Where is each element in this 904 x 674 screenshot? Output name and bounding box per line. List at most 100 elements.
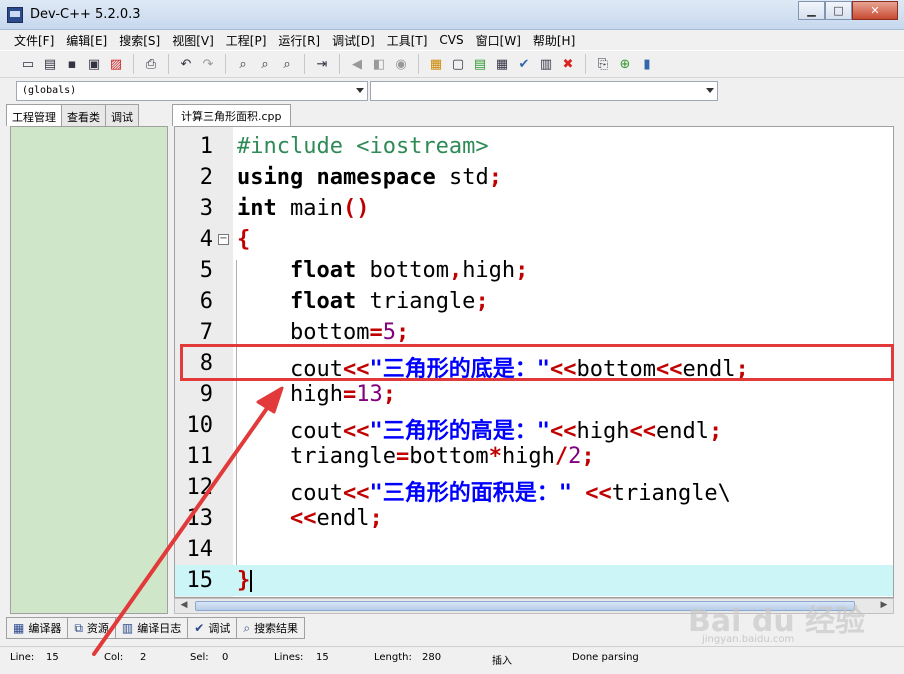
code-line[interactable]: 11 triangle=bottom*high/2; — [175, 441, 893, 472]
minimize-button[interactable]: ▁ — [798, 1, 825, 20]
code-line[interactable]: 12 cout<<"三角形的面积是：" <<triangle\ — [175, 472, 893, 506]
code-text: float triangle; — [237, 289, 489, 314]
output-tabs: ▦ 编译器 ⧉ 资源 ▥ 编译日志 ✔ 调试 ⌕ 搜索结果 — [6, 617, 306, 639]
scope-combo[interactable]: (globals) — [16, 81, 368, 101]
line-number: 3 — [199, 196, 213, 221]
find-icon[interactable]: ⌕ — [233, 54, 253, 74]
rebuild-icon[interactable]: ▦ — [492, 54, 512, 74]
status-sel-label: Sel: — [190, 652, 209, 663]
code-token: << — [289, 506, 317, 531]
stop-icon[interactable]: ✖ — [558, 54, 578, 74]
menu-debug[interactable]: 调试[D] — [326, 32, 381, 49]
status-length-value: 280 — [422, 652, 442, 663]
code-token: = — [395, 444, 410, 469]
redo-icon[interactable]: ↷ — [198, 54, 218, 74]
code-token: int — [237, 196, 277, 221]
save-icon[interactable]: ▪ — [62, 54, 82, 74]
code-line[interactable]: 15} — [175, 565, 893, 596]
toolbar-divider — [418, 54, 419, 74]
code-token: ; — [382, 382, 396, 407]
menu-project[interactable]: 工程[P] — [220, 32, 273, 49]
add-to-project-icon[interactable]: ⊕ — [615, 54, 635, 74]
chevron-down-icon — [356, 88, 364, 93]
code-line[interactable]: 10 cout<<"三角形的高是："<<high<<endl; — [175, 410, 893, 444]
menu-help[interactable]: 帮助[H] — [527, 32, 581, 49]
project-options-icon[interactable]: ▮ — [637, 54, 657, 74]
indent-icon[interactable]: ◀ — [347, 54, 367, 74]
maximize-button[interactable]: □ — [825, 1, 852, 20]
tab-output-3[interactable]: ✔ 调试 — [187, 617, 238, 639]
highlight-box — [180, 344, 894, 381]
fold-toggle-icon[interactable]: − — [218, 234, 229, 245]
unindent-icon[interactable]: ◧ — [369, 54, 389, 74]
scroll-left-icon[interactable]: ◀ — [177, 600, 191, 612]
new-project-icon[interactable]: ⎘ — [593, 54, 613, 74]
code-token: float — [289, 258, 357, 283]
line-number: 10 — [186, 413, 214, 438]
compile-run-icon[interactable]: ▤ — [470, 54, 490, 74]
tab-output-4[interactable]: ⌕ 搜索结果 — [236, 617, 306, 639]
close-file-icon[interactable]: ▨ — [106, 54, 126, 74]
menu-view[interactable]: 视图[V] — [166, 32, 220, 49]
find-next-icon[interactable]: ⌕ — [277, 54, 297, 74]
menu-search[interactable]: 搜索[S] — [113, 32, 166, 49]
status-lines-value: 15 — [316, 652, 329, 663]
menu-cvs[interactable]: CVS — [433, 33, 469, 47]
status-lines-label: Lines: — [274, 652, 304, 663]
tab-output-0[interactable]: ▦ 编译器 — [6, 617, 69, 639]
menu-file[interactable]: 文件[F] — [8, 32, 60, 49]
close-button[interactable]: ✕ — [852, 1, 898, 20]
code-line[interactable]: 4−{ — [175, 224, 893, 255]
scope-combo-value: (globals) — [22, 85, 77, 96]
tab-output-1[interactable]: ⧉ 资源 — [67, 617, 116, 639]
menu-edit[interactable]: 编辑[E] — [60, 32, 113, 49]
compile-icon[interactable]: ▦ — [426, 54, 446, 74]
project-tree[interactable] — [10, 126, 168, 614]
code-token: bottom — [356, 258, 449, 283]
menu-run[interactable]: 运行[R] — [272, 32, 326, 49]
code-line[interactable]: 2 using namespace std; — [175, 162, 893, 193]
menu-tools[interactable]: 工具[T] — [381, 32, 434, 49]
code-line[interactable]: 13 <<endl; — [175, 503, 893, 534]
code-text: high=13; — [237, 382, 396, 407]
code-line[interactable]: 5 float bottom,high; — [175, 255, 893, 286]
run-icon[interactable]: ▢ — [448, 54, 468, 74]
profile-icon[interactable]: ▥ — [536, 54, 556, 74]
status-line-value: 15 — [46, 652, 59, 663]
new-file-icon[interactable]: ▭ — [18, 54, 38, 74]
code-line[interactable]: 14 — [175, 534, 893, 565]
save-all-icon[interactable]: ▣ — [84, 54, 104, 74]
code-line[interactable]: 6 float triangle; — [175, 286, 893, 317]
syntax-check-icon[interactable]: ✔ — [514, 54, 534, 74]
line-number: 1 — [199, 134, 213, 159]
tab-debug[interactable]: 调试 — [105, 104, 139, 126]
code-line[interactable]: 9 high=13; — [175, 379, 893, 410]
toggle-comment-icon[interactable]: ◉ — [391, 54, 411, 74]
tab-source-file[interactable]: 计算三角形面积.cpp — [172, 104, 291, 126]
code-token: namespace — [316, 165, 436, 190]
line-number: 5 — [199, 258, 213, 283]
open-file-icon[interactable]: ▤ — [40, 54, 60, 74]
code-token: triangle — [356, 289, 476, 314]
tab-output-2[interactable]: ▥ 编译日志 — [114, 617, 189, 639]
status-message: Done parsing — [572, 652, 639, 663]
print-icon[interactable]: ⎙ — [141, 54, 161, 74]
code-token: ; — [395, 320, 410, 345]
tab-classes[interactable]: 查看类 — [61, 104, 106, 126]
line-number: 6 — [199, 289, 213, 314]
symbol-combo[interactable] — [370, 81, 718, 101]
tab-project[interactable]: 工程管理 — [6, 104, 62, 126]
code-token: , — [448, 258, 463, 283]
menu-window[interactable]: 窗口[W] — [470, 32, 527, 49]
line-number: 13 — [186, 506, 214, 531]
status-line-label: Line: — [10, 652, 35, 663]
code-line[interactable]: 3 int main() — [175, 193, 893, 224]
undo-icon[interactable]: ↶ — [176, 54, 196, 74]
code-text: bottom=5; — [237, 320, 409, 345]
goto-line-icon[interactable]: ⇥ — [312, 54, 332, 74]
replace-icon[interactable]: ⌕ — [255, 54, 275, 74]
code-line[interactable]: 1 #include <iostream> — [175, 131, 893, 162]
code-token: using — [237, 165, 304, 190]
